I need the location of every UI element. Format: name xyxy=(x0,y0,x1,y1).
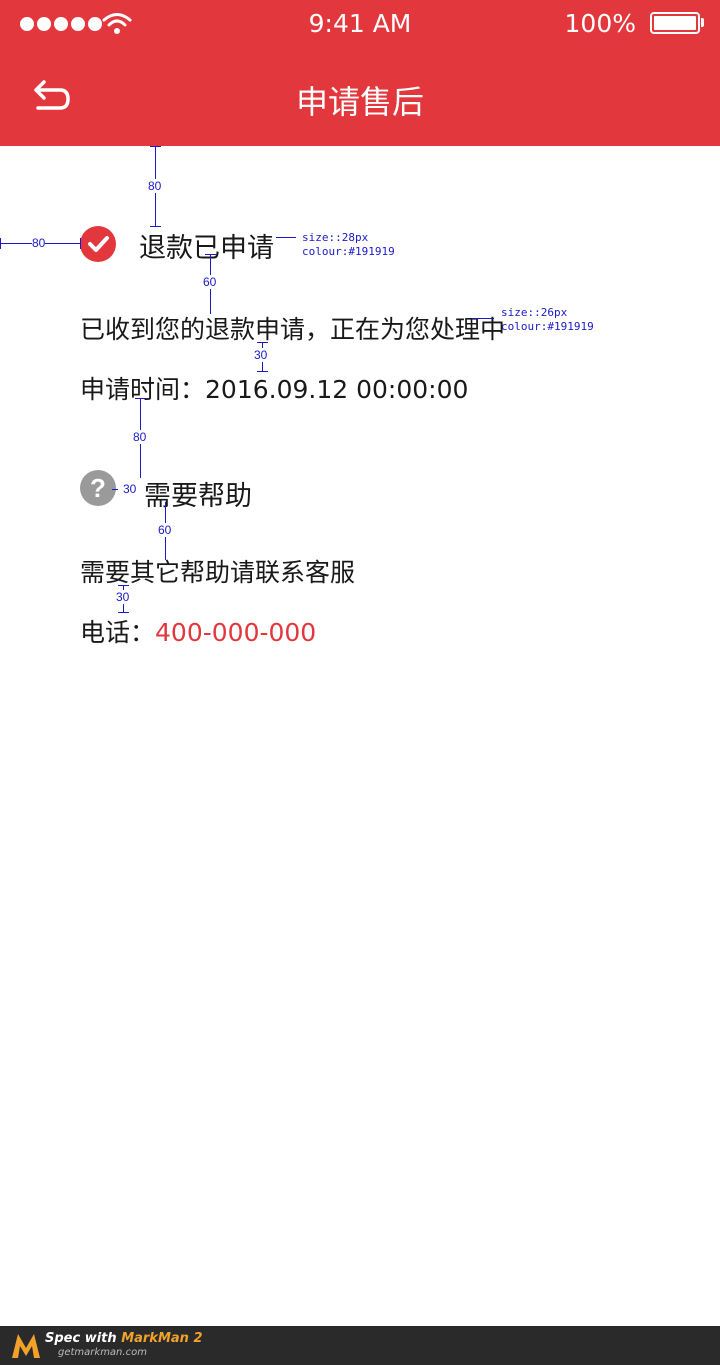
annotation-colour: colour:#191919 xyxy=(501,320,594,333)
measure-label: 80 xyxy=(148,179,162,193)
footer-brand: Spec with MarkMan 2 xyxy=(45,1331,203,1346)
refund-time: 申请时间：2016.09.12 00:00:00 xyxy=(80,370,468,406)
annotation-leader xyxy=(276,237,296,238)
svg-text:?: ? xyxy=(90,473,106,503)
annotation-colour: colour:#191919 xyxy=(302,245,395,258)
annotation-size: size::26px xyxy=(501,306,568,319)
battery-icon xyxy=(650,12,700,34)
help-phone: 电话：400-000-000 xyxy=(80,613,316,649)
phone-label: 电话： xyxy=(80,618,156,647)
markman-logo-icon xyxy=(12,1334,40,1358)
measure-line xyxy=(112,489,118,490)
status-bar: 9:41 AM 100% xyxy=(0,0,720,48)
measure-label: 80 xyxy=(32,236,46,250)
battery-percent: 100% xyxy=(564,9,636,38)
refund-message: 已收到您的退款申请，正在为您处理中 xyxy=(80,315,506,344)
footer-url: getmarkman.com xyxy=(58,1347,147,1358)
measure-label: 30 xyxy=(254,348,268,362)
measure-label: 30 xyxy=(116,590,130,604)
app-header: 9:41 AM 100% 申请售后 xyxy=(0,0,720,146)
phone-number-link[interactable]: 400-000-000 xyxy=(155,618,316,647)
measure-label: 60 xyxy=(158,523,172,537)
refund-time-label: 申请时间： xyxy=(80,375,206,404)
refund-status: 退款已申请 xyxy=(139,233,274,264)
page-title: 申请售后 xyxy=(295,83,424,121)
check-circle-icon xyxy=(80,226,116,262)
help-message: 需要其它帮助请联系客服 xyxy=(80,558,356,587)
markman-footer: Spec with MarkMan 2 getmarkman.com xyxy=(0,1326,720,1365)
annotation-size: size::28px xyxy=(302,231,369,244)
measure-label: 30 xyxy=(123,482,137,496)
measure-label: 80 xyxy=(133,430,147,444)
annotation-leader xyxy=(472,318,494,319)
help-title: 需要帮助 xyxy=(144,481,252,512)
refund-time-value: 2016.09.12 00:00:00 xyxy=(205,375,469,404)
measure-label: 60 xyxy=(203,275,217,289)
help-circle-icon: ? xyxy=(80,470,116,506)
